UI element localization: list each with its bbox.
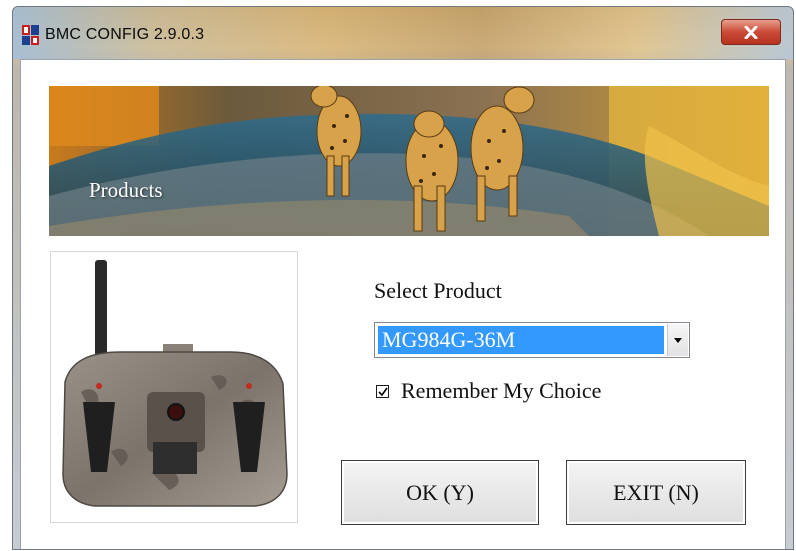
remember-choice-label[interactable]: Remember My Choice	[401, 378, 601, 404]
product-dropdown[interactable]: MG984G-36M	[374, 322, 690, 358]
trail-camera-picture	[62, 260, 288, 507]
checkmark-icon	[378, 387, 388, 397]
chevron-down-icon[interactable]	[667, 324, 688, 356]
product-image	[50, 251, 298, 523]
banner-image: Products	[49, 86, 769, 236]
app-logo-icon	[22, 25, 39, 45]
ok-button[interactable]: OK (Y)	[341, 460, 539, 525]
window-title: BMC CONFIG 2.9.0.3	[45, 26, 205, 43]
banner-title: Products	[89, 178, 163, 202]
cheetah-banner-picture	[49, 86, 769, 236]
exit-button[interactable]: EXIT (N)	[566, 460, 746, 525]
select-product-label: Select Product	[374, 278, 502, 303]
close-icon	[744, 26, 758, 39]
title-bar[interactable]: BMC CONFIG 2.9.0.3	[13, 7, 793, 59]
close-button[interactable]	[721, 19, 781, 45]
app-window: BMC CONFIG 2.9.0.3 Products Select Produ…	[12, 6, 794, 550]
remember-choice-checkbox[interactable]	[376, 385, 389, 398]
selected-product-value[interactable]: MG984G-36M	[378, 326, 664, 354]
dialog-body: Products Select Product MG984G-36M Remem…	[20, 59, 786, 549]
